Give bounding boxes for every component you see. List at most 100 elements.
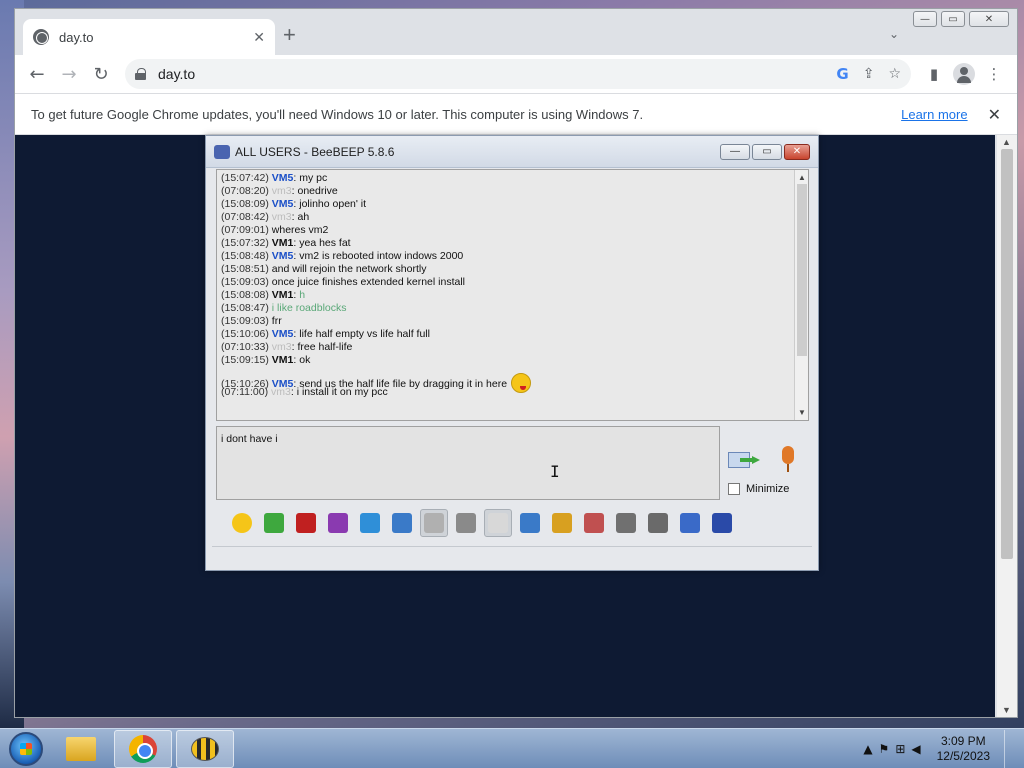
spellcheck-button[interactable] [420, 509, 448, 537]
page-scrollbar[interactable]: ▲ ▼ [997, 135, 1017, 717]
address-url[interactable]: day.to [158, 66, 822, 82]
emoticon-button[interactable] [228, 509, 256, 537]
message-sender: VM5 [271, 172, 294, 184]
screenshot-button[interactable] [644, 509, 672, 537]
message-timestamp: (15:08:09) [221, 198, 269, 210]
message-sender: vm3 [271, 185, 292, 197]
taskbar: ▲ ⚑ ⊞ ◀ 3:09 PM 12/5/2023 [0, 728, 1024, 768]
share-icon[interactable]: ⇪ [863, 66, 875, 82]
text-cursor-icon: I [550, 462, 560, 481]
chat-history[interactable]: ▲ ▼ (15:07:42) VM5: my pc (07:08:20) vm3:… [216, 169, 809, 421]
taskbar-chrome[interactable] [114, 729, 172, 768]
chat-scroll-down-icon[interactable]: ▼ [798, 406, 806, 419]
show-desktop-button[interactable] [1004, 729, 1016, 768]
html-button[interactable] [580, 509, 608, 537]
message-sender: VM5 [271, 328, 294, 340]
message-text: i like roadblocks [271, 302, 347, 314]
wink-face-icon [511, 373, 532, 393]
window-minimize-button[interactable]: — [913, 11, 937, 27]
message-timestamp: (07:08:20) [221, 185, 269, 197]
microphone-icon[interactable] [780, 446, 796, 476]
lock-icon[interactable] [135, 68, 146, 80]
send-message-button[interactable] [728, 448, 762, 474]
message-timestamp: (15:08:47) [221, 302, 269, 314]
chat-message: (15:09:03) once juice finishes extended … [221, 276, 804, 289]
chat-scroll-up-icon[interactable]: ▲ [798, 171, 806, 184]
scroll-thumb[interactable] [1001, 149, 1013, 559]
save-button[interactable] [708, 509, 736, 537]
chat-message: (07:10:33) vm3: free half-life [221, 341, 804, 354]
message-text: ok [299, 354, 311, 366]
chat-message: (07:09:01) wheres vm2 [221, 224, 804, 237]
edit-note-button[interactable] [676, 509, 704, 537]
taskbar-explorer[interactable] [52, 730, 110, 768]
bee-send-icon [264, 513, 284, 533]
settings-gears-icon [392, 513, 412, 533]
pen-color-button[interactable] [324, 509, 352, 537]
record-button[interactable] [612, 509, 640, 537]
filter-icon [360, 513, 380, 533]
scroll-up-icon[interactable]: ▲ [1002, 137, 1011, 147]
infobar-close-icon[interactable]: ✕ [988, 105, 1001, 124]
beebeep-minimize-button[interactable]: — [720, 143, 750, 160]
message-sender: VM5 [271, 250, 294, 262]
chat-message: (15:07:32) VM1: yea hes fat [221, 237, 804, 250]
learn-more-link[interactable]: Learn more [901, 107, 967, 122]
bookmark-star-icon[interactable]: ☆ [888, 66, 901, 82]
browser-tab[interactable]: day.to ✕ [23, 19, 275, 55]
reload-icon[interactable]: ↻ [87, 60, 115, 88]
edit-note-icon [680, 513, 700, 533]
globe-icon [33, 29, 49, 45]
beebeep-close-button[interactable]: ✕ [784, 143, 810, 160]
chat-message: (15:08:51) and will rejoin the network s… [221, 263, 804, 276]
windows-orb-icon [9, 731, 43, 766]
start-button[interactable] [4, 730, 48, 768]
message-timestamp: (15:09:15) [221, 354, 269, 366]
chat-message: (15:10:06) VM5: life half empty vs life … [221, 328, 804, 341]
record-icon [616, 513, 636, 533]
window-maximize-button[interactable]: ▭ [941, 11, 965, 27]
tab-search-icon[interactable]: ⌄ [889, 27, 899, 41]
beebeep-titlebar: ALL USERS - BeeBEEP 5.8.6 — ▭ ✕ [206, 136, 818, 168]
volume-icon[interactable]: ◀ [911, 742, 920, 756]
taskbar-clock[interactable]: 3:09 PM 12/5/2023 [937, 734, 990, 764]
message-text: i install it on my pcc [296, 386, 388, 398]
minimize-checkbox[interactable]: Minimize [728, 483, 789, 495]
scroll-down-icon[interactable]: ▼ [1002, 705, 1011, 715]
back-icon[interactable]: ← [23, 60, 51, 88]
chat-message: (07:08:42) vm3: ah [221, 211, 804, 224]
menu-icon[interactable]: ⋮ [979, 65, 1009, 83]
profile-button[interactable] [949, 63, 979, 85]
address-bar[interactable]: day.to G ⇪ ☆ [125, 59, 911, 89]
network-icon[interactable]: ⊞ [895, 742, 905, 756]
chat-scroll-thumb[interactable] [797, 184, 807, 356]
note-button[interactable] [484, 509, 512, 537]
message-text: life half empty vs life half full [299, 328, 430, 340]
clock-time: 3:09 PM [940, 733, 986, 748]
beebeep-window: ALL USERS - BeeBEEP 5.8.6 — ▭ ✕ ▲ ▼ (15:… [205, 135, 819, 571]
chat-scrollbar[interactable]: ▲ ▼ [794, 170, 808, 420]
window-close-button[interactable]: ✕ [969, 11, 1009, 27]
font-button[interactable] [452, 509, 480, 537]
action-center-icon[interactable]: ⚑ [879, 742, 890, 756]
beebeep-restore-button[interactable]: ▭ [752, 143, 782, 160]
message-input[interactable]: i dont have i [216, 426, 720, 500]
forward-icon[interactable]: → [55, 60, 83, 88]
checkbox-icon[interactable] [728, 483, 740, 495]
google-icon[interactable]: G [836, 65, 848, 83]
infobar-message: To get future Google Chrome updates, you… [31, 106, 644, 122]
share-folder-button[interactable] [548, 509, 576, 537]
tab-close-icon[interactable]: ✕ [253, 29, 265, 46]
show-hidden-icons-icon[interactable]: ▲ [863, 742, 872, 756]
bee-send-button[interactable] [260, 509, 288, 537]
filter-button[interactable] [356, 509, 384, 537]
html-icon [584, 513, 604, 533]
pen-color-icon [328, 513, 348, 533]
settings-gears-button[interactable] [388, 509, 416, 537]
text-format-button[interactable] [292, 509, 320, 537]
taskbar-beebeep[interactable] [176, 729, 234, 768]
side-panel-icon[interactable]: ▮ [919, 65, 949, 83]
new-tab-button[interactable]: + [283, 24, 296, 46]
text-format-icon [296, 513, 316, 533]
send-file-button[interactable] [516, 509, 544, 537]
